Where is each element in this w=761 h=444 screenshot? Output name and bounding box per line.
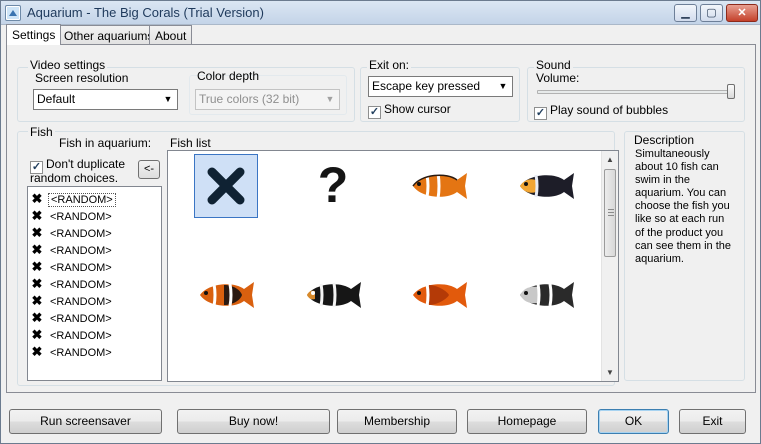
list-item[interactable]: ✖ <RANDOM> <box>31 259 114 275</box>
list-item[interactable]: ✖ <RANDOM> <box>31 327 114 343</box>
clownfish-icon <box>200 282 254 308</box>
remove-icon: ✖ <box>31 242 43 257</box>
scroll-down-icon[interactable]: ▼ <box>602 365 618 381</box>
screen-resolution-value: Default <box>37 92 76 106</box>
fish-list-label: Fish list <box>170 136 211 150</box>
clownfish-icon <box>307 282 361 308</box>
minimize-button[interactable]: ▁ <box>674 4 697 22</box>
color-depth-label: Color depth <box>197 69 260 83</box>
clownfish-icon <box>413 282 467 308</box>
ok-button[interactable]: OK <box>598 409 669 434</box>
remove-icon: ✖ <box>31 259 43 274</box>
remove-icon: ✖ <box>31 191 43 206</box>
screen-resolution-label: Screen resolution <box>35 71 129 85</box>
run-screensaver-button[interactable]: Run screensaver <box>9 409 162 434</box>
remove-icon: ✖ <box>31 310 43 325</box>
scroll-thumb[interactable] <box>604 169 616 257</box>
remove-icon: ✖ <box>31 225 43 240</box>
fish-thumb-remove[interactable] <box>194 154 258 218</box>
window-title: Aquarium - The Big Corals (Trial Version… <box>27 5 264 20</box>
list-item[interactable]: ✖ <RANDOM> <box>31 293 114 309</box>
fish-list-scrollbar[interactable]: ▲ ▼ <box>601 151 618 381</box>
play-bubbles-checkbox[interactable]: ✓ Play sound of bubbles <box>534 103 668 120</box>
remove-icon: ✖ <box>31 208 43 223</box>
play-bubbles-label: Play sound of bubbles <box>550 103 669 117</box>
color-depth-select[interactable]: True colors (32 bit) ▼ <box>195 89 340 110</box>
remove-icon <box>207 167 245 205</box>
exit-button[interactable]: Exit <box>679 409 746 434</box>
clownfish-icon <box>520 282 574 308</box>
list-item[interactable]: ✖ <RANDOM> <box>31 191 116 207</box>
title-bar[interactable]: Aquarium - The Big Corals (Trial Version… <box>1 1 760 25</box>
maximize-button[interactable]: ▢ <box>700 4 723 22</box>
list-item[interactable]: ✖ <RANDOM> <box>31 242 114 258</box>
clownfish-icon <box>412 172 467 200</box>
fish-thumb-5[interactable] <box>194 263 258 327</box>
checkmark-icon: ✓ <box>368 106 381 119</box>
move-left-button[interactable]: <- <box>138 160 160 179</box>
fish-thumb-3[interactable] <box>407 154 471 218</box>
buy-now-button[interactable]: Buy now! <box>177 409 330 434</box>
remove-icon: ✖ <box>31 293 43 308</box>
fish-thumb-random[interactable]: ? <box>301 154 365 218</box>
show-cursor-label: Show cursor <box>384 102 451 116</box>
volume-slider-thumb[interactable] <box>727 84 735 99</box>
close-button[interactable]: ✕ <box>726 4 758 22</box>
dont-duplicate-label-2: random choices. <box>30 171 119 185</box>
chevron-down-icon: ▼ <box>498 81 508 91</box>
list-item[interactable]: ✖ <RANDOM> <box>31 344 114 360</box>
list-item[interactable]: ✖ <RANDOM> <box>31 208 114 224</box>
homepage-button[interactable]: Homepage <box>467 409 587 434</box>
fish-thumb-7[interactable] <box>407 263 471 327</box>
fish-in-aquarium-label: Fish in aquarium: <box>59 136 152 150</box>
checkmark-icon: ✓ <box>534 107 547 120</box>
exit-on-select[interactable]: Escape key pressed ▼ <box>368 76 513 97</box>
sound-label: Sound <box>534 58 573 72</box>
color-depth-value: True colors (32 bit) <box>199 92 300 106</box>
svg-text:?: ? <box>318 157 349 213</box>
tab-about[interactable]: About <box>149 25 193 45</box>
volume-label: Volume: <box>536 71 580 85</box>
remove-icon: ✖ <box>31 327 43 342</box>
screen-resolution-select[interactable]: Default ▼ <box>33 89 178 110</box>
chevron-down-icon: ▼ <box>163 94 173 104</box>
membership-button[interactable]: Membership <box>337 409 457 434</box>
dont-duplicate-label-1: Don't duplicate <box>46 157 126 171</box>
tab-settings[interactable]: Settings <box>6 24 62 45</box>
fish-thumb-6[interactable] <box>301 263 365 327</box>
clownfish-icon <box>520 173 574 199</box>
description-text: Simultaneously about 10 fish can swim in… <box>635 148 732 265</box>
scroll-up-icon[interactable]: ▲ <box>602 152 618 168</box>
fish-thumb-4[interactable] <box>514 154 578 218</box>
list-item[interactable]: ✖ <RANDOM> <box>31 310 114 326</box>
list-item[interactable]: ✖ <RANDOM> <box>31 225 114 241</box>
description-label: Description <box>632 133 697 147</box>
remove-icon: ✖ <box>31 344 43 359</box>
remove-icon: ✖ <box>31 276 43 291</box>
chevron-down-icon: ▼ <box>325 94 335 104</box>
app-icon <box>5 5 21 21</box>
volume-slider[interactable] <box>537 90 735 94</box>
show-cursor-checkbox[interactable]: ✓ Show cursor <box>368 102 451 119</box>
video-settings-label: Video settings <box>28 58 108 72</box>
fish-thumb-8[interactable] <box>514 263 578 327</box>
fish-label: Fish <box>28 125 55 139</box>
exit-on-label: Exit on: <box>367 58 412 72</box>
fish-list[interactable]: ? ▲ ▼ <box>167 150 619 382</box>
list-item[interactable]: ✖ <RANDOM> <box>31 276 114 292</box>
settings-panel: Video settings Screen resolution Default… <box>6 44 756 393</box>
question-mark-icon: ? <box>318 157 349 213</box>
exit-on-value: Escape key pressed <box>372 79 481 93</box>
tab-other-aquariums[interactable]: Other aquariums <box>58 25 160 45</box>
app-window: Aquarium - The Big Corals (Trial Version… <box>0 0 761 444</box>
fish-in-aquarium-list[interactable]: ✖ <RANDOM> ✖ <RANDOM> ✖ <RANDOM> ✖ <RANDOM> … <box>27 186 162 381</box>
